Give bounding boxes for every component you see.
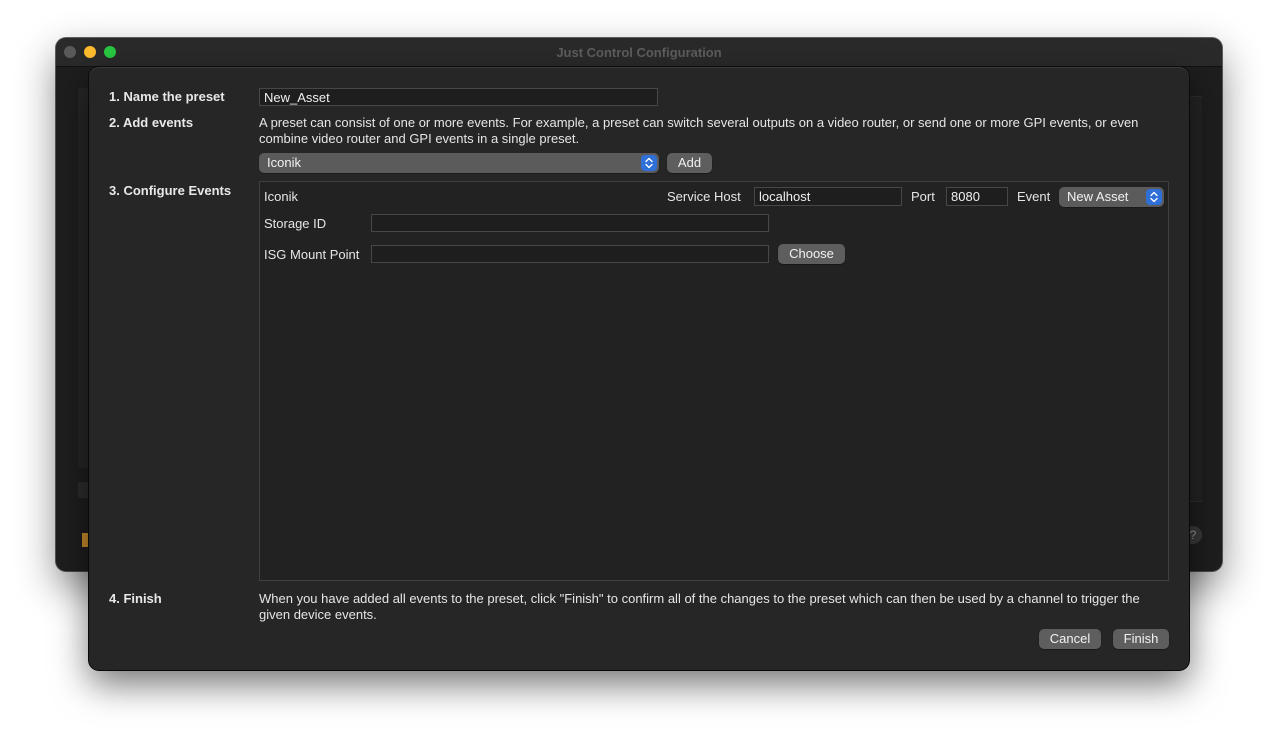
step-configure-events-label: 3. Configure Events <box>109 183 232 198</box>
step-name-label: 1. Name the preset <box>109 89 225 104</box>
service-host-input[interactable]: localhost <box>754 187 902 206</box>
choose-button[interactable]: Choose <box>778 244 845 264</box>
preset-configuration-sheet: 1. Name the preset New_Asset 2. Add even… <box>89 67 1189 670</box>
event-label: Event <box>1017 189 1051 204</box>
mount-point-input[interactable] <box>371 245 769 263</box>
add-events-description: A preset can consist of one or more even… <box>259 115 1139 146</box>
service-host-label: Service Host <box>667 189 741 204</box>
background-status-indicator <box>82 533 88 547</box>
finish-description: When you have added all events to the pr… <box>259 591 1140 622</box>
event-type-select-value: Iconik <box>267 155 301 170</box>
add-event-button[interactable]: Add <box>667 153 712 173</box>
events-list: Iconik Service Host localhost Port 8080 … <box>259 181 1169 581</box>
port-label: Port <box>911 189 935 204</box>
storage-id-input[interactable] <box>371 214 769 232</box>
window-title: Just Control Configuration <box>556 45 722 60</box>
mount-point-label: ISG Mount Point <box>264 247 360 262</box>
storage-id-label: Storage ID <box>264 216 327 231</box>
event-name-label: Iconik <box>264 189 298 204</box>
select-stepper-icon <box>641 155 657 171</box>
event-select[interactable]: New Asset <box>1059 187 1164 207</box>
step-finish-label: 4. Finish <box>109 591 162 606</box>
title-bar: Just Control Configuration <box>56 38 1222 67</box>
port-input[interactable]: 8080 <box>946 187 1008 206</box>
preset-name-input[interactable]: New_Asset <box>259 88 658 106</box>
finish-button[interactable]: Finish <box>1113 629 1169 649</box>
cancel-button[interactable]: Cancel <box>1039 629 1101 649</box>
event-stepper-icon <box>1146 189 1162 205</box>
event-select-value: New Asset <box>1067 189 1129 204</box>
event-type-select[interactable]: Iconik <box>259 153 659 173</box>
step-add-events-label: 2. Add events <box>109 115 194 130</box>
